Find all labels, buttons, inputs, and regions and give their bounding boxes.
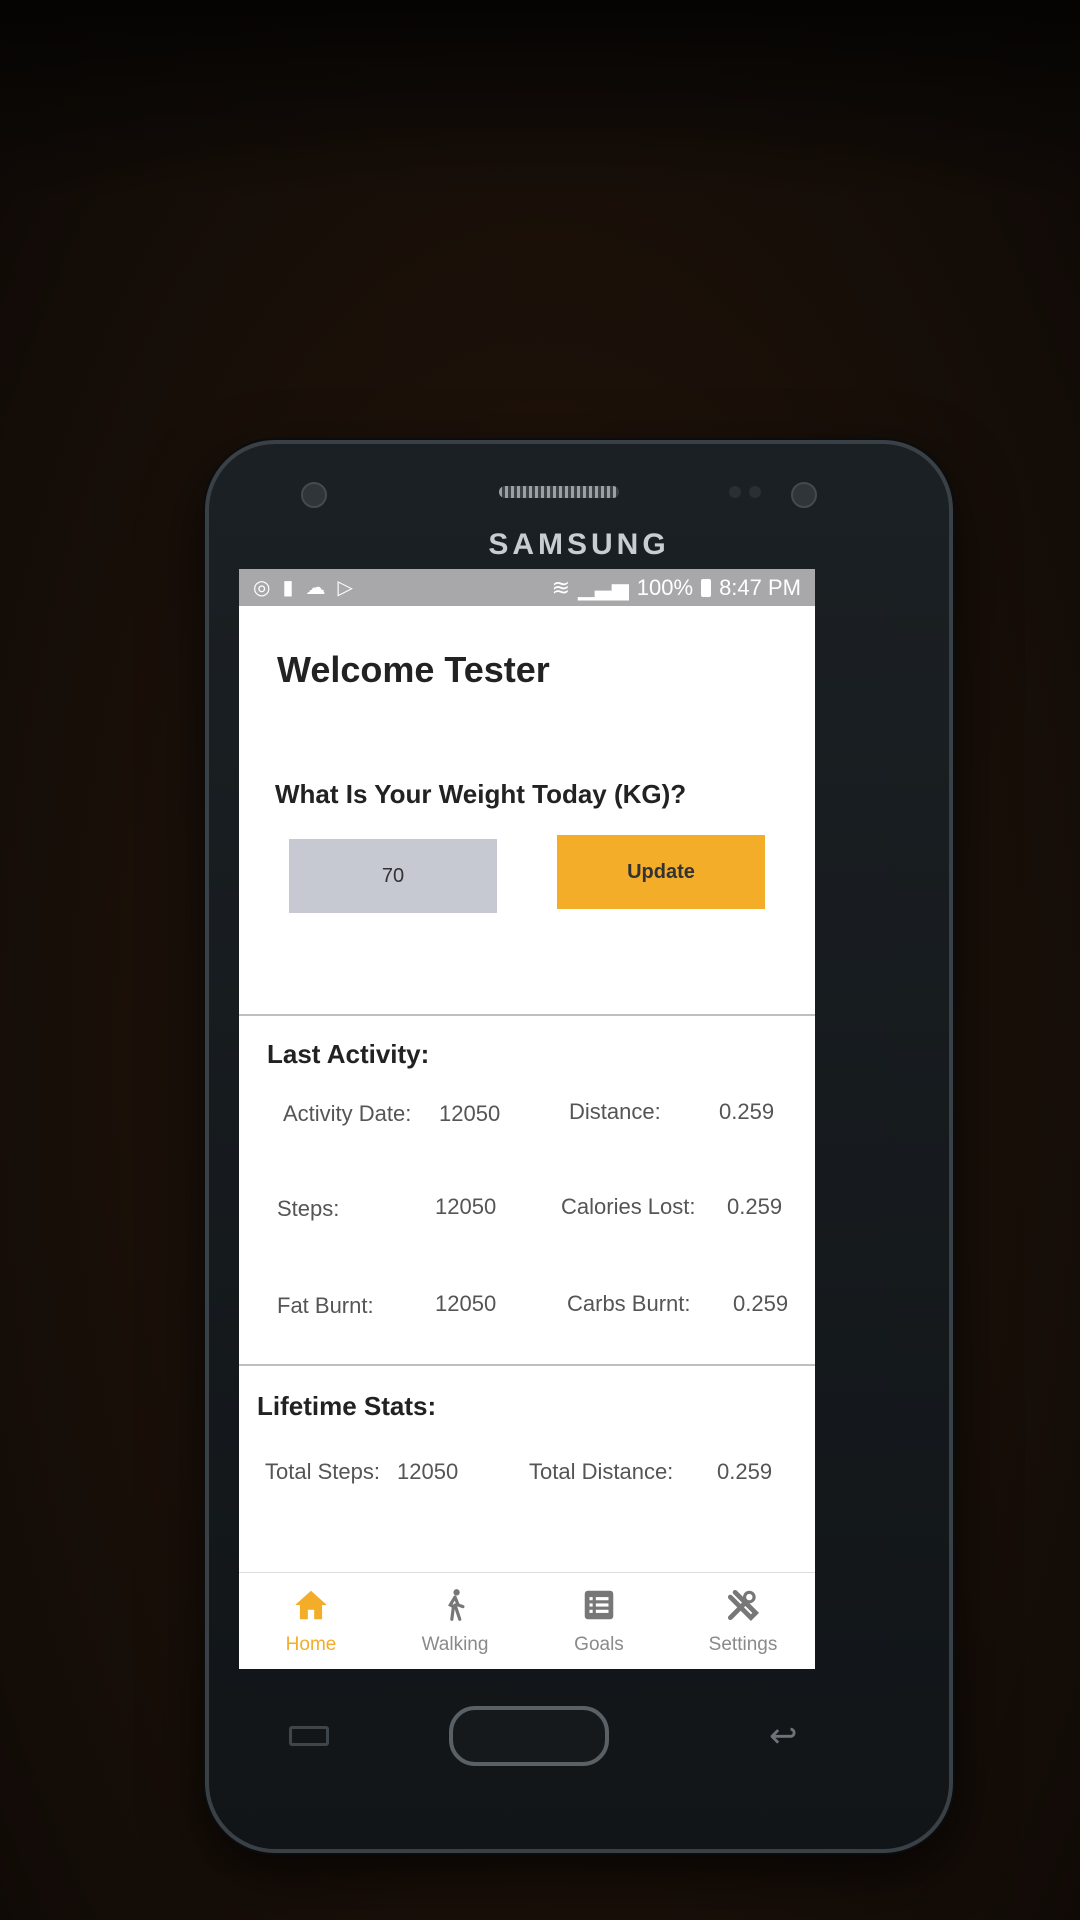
status-right: ≋ ▁▃▅ 100% 8:47 PM: [552, 575, 801, 601]
nav-home-label: Home: [285, 1634, 337, 1655]
earpiece-speaker: [499, 486, 619, 498]
nav-settings-label: Settings: [708, 1634, 778, 1655]
nav-walking[interactable]: Walking: [383, 1573, 527, 1669]
calories-value: 0.259: [727, 1194, 783, 1219]
carbs-burnt-value: 0.259: [733, 1291, 789, 1316]
fat-burnt-label: Fat Burnt:: [277, 1293, 374, 1318]
page-title: Welcome Tester: [277, 649, 550, 690]
weight-question: What Is Your Weight Today (KG)?: [275, 779, 687, 809]
nav-goals-label: Goals: [574, 1634, 624, 1655]
carbs-burnt-label: Carbs Burnt:: [567, 1291, 691, 1316]
play-icon: ▷: [337, 577, 353, 599]
calories-label: Calories Lost:: [561, 1194, 696, 1219]
tools-icon: [727, 1589, 760, 1622]
walking-icon: [448, 1589, 465, 1621]
steps-value: 12050: [435, 1194, 497, 1219]
total-steps-value: 12050: [397, 1459, 459, 1484]
light-sensor: [749, 486, 761, 498]
fat-burnt-value: 12050: [435, 1291, 497, 1316]
activity-date-value: 12050: [439, 1101, 501, 1126]
back-icon[interactable]: ↩: [769, 1716, 798, 1756]
bottom-nav: Home Walking Goals Settings: [239, 1572, 815, 1669]
front-camera-icon: [301, 482, 327, 508]
status-bar: ◎ ▮ ☁ ▷ ≋ ▁▃▅ 100% 8:47 PM: [239, 569, 815, 606]
app-screen: ◎ ▮ ☁ ▷ ≋ ▁▃▅ 100% 8:47 PM Welcome Teste…: [239, 569, 815, 1669]
steps-label: Steps:: [277, 1196, 340, 1221]
total-distance-label: Total Distance:: [529, 1459, 674, 1484]
nav-settings[interactable]: Settings: [671, 1573, 815, 1669]
battery-icon: [701, 578, 712, 597]
wifi-icon: ≋: [551, 574, 571, 600]
distance-value: 0.259: [719, 1099, 775, 1124]
home-icon: [295, 1590, 327, 1620]
activity-date-label: Activity Date:: [283, 1101, 412, 1126]
nav-goals[interactable]: Goals: [527, 1573, 671, 1669]
cloud-icon: ☁: [305, 577, 326, 599]
total-distance-value: 0.259: [717, 1459, 773, 1484]
settings-circle-icon: ◎: [253, 577, 271, 599]
distance-label: Distance:: [569, 1099, 661, 1124]
nav-home[interactable]: Home: [239, 1573, 383, 1669]
nav-walking-label: Walking: [421, 1634, 489, 1655]
clock: 8:47 PM: [719, 574, 801, 600]
battery-percent: 100%: [636, 574, 694, 600]
sensor-icon: [791, 482, 817, 508]
background-shadow: [0, 0, 1080, 200]
notification-icons: ◎ ▮ ☁ ▷: [253, 575, 353, 600]
list-icon: [584, 1590, 614, 1620]
section-divider: [239, 1364, 815, 1366]
lock-icon: ▮: [282, 577, 294, 599]
proximity-sensor: [729, 486, 741, 498]
home-hardware-button[interactable]: [449, 1706, 609, 1766]
total-steps-label: Total Steps:: [265, 1459, 380, 1484]
signal-icon: ▁▃▅: [578, 574, 629, 600]
recent-apps-key[interactable]: [289, 1726, 329, 1746]
update-button[interactable]: Update: [557, 835, 765, 909]
last-activity-title: Last Activity:: [267, 1039, 430, 1069]
weight-input[interactable]: [289, 839, 497, 913]
lifetime-stats-title: Lifetime Stats:: [257, 1391, 437, 1421]
phone-device: SAMSUNG ◎ ▮ ☁ ▷ ≋ ▁▃▅ 100% 8:47 PM Welco…: [205, 440, 953, 1853]
section-divider: [239, 1014, 815, 1016]
brand-logo: SAMSUNG: [488, 528, 670, 561]
